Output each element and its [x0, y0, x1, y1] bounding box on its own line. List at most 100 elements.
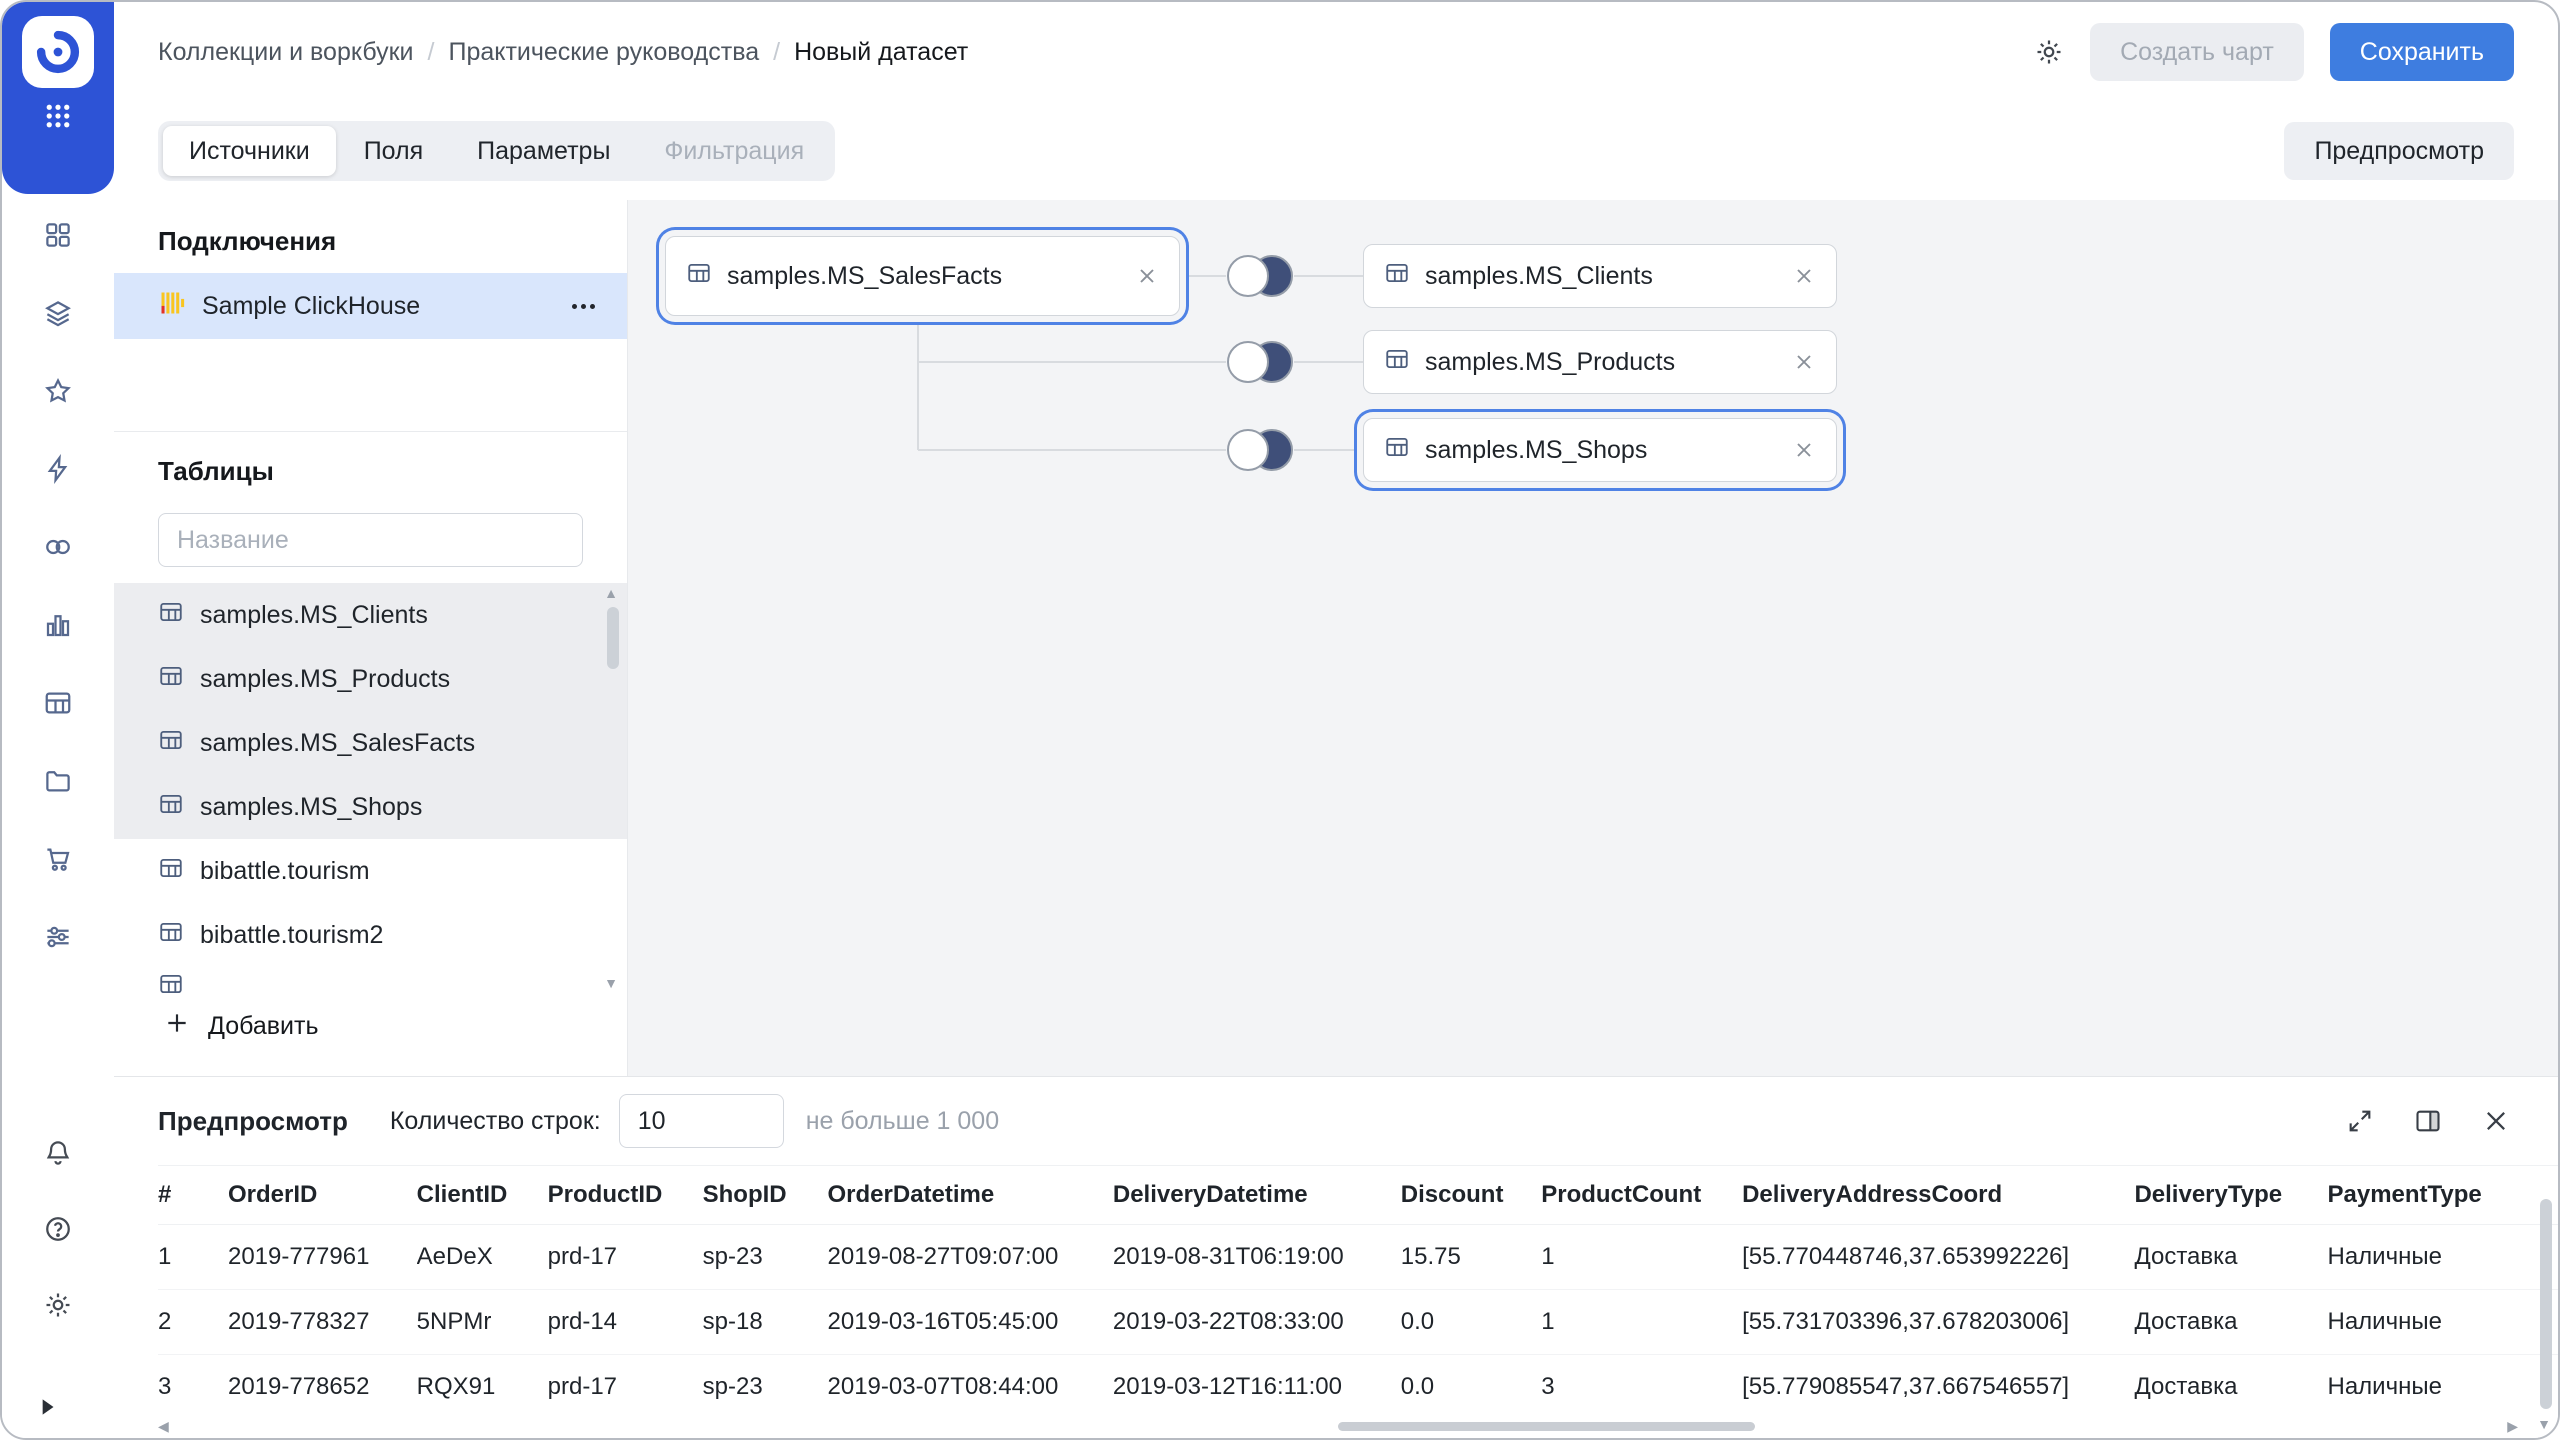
- preview-cell: sp-23: [703, 1225, 828, 1290]
- canvas-node[interactable]: samples.MS_Clients: [1363, 244, 1837, 308]
- preview-column-header: DeliveryAddressCoord: [1742, 1166, 2134, 1225]
- table-list-item[interactable]: bibattle.tourism2: [114, 903, 627, 967]
- preview-column-header: #: [158, 1166, 228, 1225]
- table-icon: [1384, 260, 1410, 293]
- scroll-up-icon[interactable]: ▲: [604, 586, 618, 600]
- tables-scrollbar-thumb[interactable]: [607, 607, 619, 669]
- scroll-down-icon[interactable]: ▼: [604, 976, 618, 990]
- preview-toolbar: [2346, 1107, 2510, 1135]
- gear-icon[interactable]: [2034, 37, 2064, 67]
- table-list-item-partial[interactable]: [114, 967, 627, 993]
- hscroll-thumb[interactable]: [1338, 1422, 1755, 1431]
- datalens-logo[interactable]: [22, 16, 94, 88]
- play-icon[interactable]: [28, 1393, 66, 1424]
- star-icon[interactable]: [43, 376, 73, 406]
- bell-icon[interactable]: [43, 1138, 73, 1168]
- preview-hscrollbar: ◀ ▶: [158, 1418, 2518, 1434]
- table-icon: [158, 791, 184, 824]
- content: Подключения Sample ClickHouse: [114, 200, 2558, 1076]
- rail-bottom-icons: [2, 1138, 114, 1320]
- scroll-right-icon[interactable]: ▶: [2507, 1419, 2518, 1433]
- preview-cell: 2019-08-31T06:19:00: [1113, 1225, 1401, 1290]
- breadcrumb-item[interactable]: Новый датасет: [794, 38, 968, 67]
- preview-cell: 1: [158, 1225, 228, 1290]
- tab-item[interactable]: Поля: [338, 126, 449, 176]
- table-name: samples.MS_Products: [200, 665, 450, 694]
- remove-node-icon[interactable]: [1792, 438, 1816, 462]
- preview-cell: 2019-778327: [228, 1290, 417, 1355]
- tab-item[interactable]: Фильтрация: [638, 126, 830, 176]
- table-row: 12019-777961AeDeXprd-17sp-232019-08-27T0…: [158, 1225, 2558, 1290]
- preview-column-header: ClientID: [417, 1166, 548, 1225]
- help-icon[interactable]: [43, 1214, 73, 1244]
- cart-icon[interactable]: [43, 844, 73, 874]
- connection-item[interactable]: Sample ClickHouse: [114, 273, 627, 339]
- hscroll-track[interactable]: [179, 1422, 2497, 1431]
- preview-cell: Наличные: [2328, 1290, 2559, 1355]
- folder-icon[interactable]: [43, 766, 73, 796]
- add-table-button[interactable]: Добавить: [158, 1009, 325, 1044]
- tab-item[interactable]: Параметры: [451, 126, 636, 176]
- preview-cell: 15.75: [1401, 1225, 1541, 1290]
- gear-icon[interactable]: [43, 1290, 73, 1320]
- table-name: samples.MS_SalesFacts: [200, 729, 475, 758]
- table-icon: [158, 727, 184, 760]
- preview-cell: Доставка: [2134, 1290, 2327, 1355]
- preview-column-header: OrderID: [228, 1166, 417, 1225]
- breadcrumb-item[interactable]: Коллекции и воркбуки: [158, 38, 414, 67]
- close-icon[interactable]: [2482, 1107, 2510, 1135]
- preview-cell: 1: [1541, 1290, 1742, 1355]
- table-search-input[interactable]: [158, 513, 583, 567]
- expand-icon[interactable]: [2346, 1107, 2374, 1135]
- canvas-root-node[interactable]: samples.MS_SalesFacts: [665, 236, 1180, 316]
- save-button[interactable]: Сохранить: [2330, 23, 2514, 81]
- preview-cell: sp-18: [703, 1290, 828, 1355]
- table-icon: [158, 971, 184, 993]
- table-icon: [1384, 346, 1410, 379]
- table-icon[interactable]: [43, 688, 73, 718]
- preview-vscrollbar-thumb[interactable]: [2540, 1199, 2552, 1409]
- remove-node-icon[interactable]: [1792, 264, 1816, 288]
- sliders-icon[interactable]: [43, 922, 73, 952]
- preview-cell: 2019-08-27T09:07:00: [828, 1225, 1113, 1290]
- rail-icons: [2, 220, 114, 952]
- table-list-item[interactable]: bibattle.tourism: [114, 839, 627, 903]
- preview-button[interactable]: Предпросмотр: [2284, 122, 2514, 180]
- canvas-node[interactable]: samples.MS_Products: [1363, 330, 1837, 394]
- preview-column-header: DeliveryDatetime: [1113, 1166, 1401, 1225]
- table-icon: [158, 663, 184, 696]
- plus-icon: [164, 1010, 190, 1043]
- table-name: samples.MS_Clients: [200, 601, 428, 630]
- scroll-left-icon[interactable]: ◀: [158, 1419, 169, 1433]
- breadcrumb-item[interactable]: Практические руководства: [448, 38, 759, 67]
- more-menu-icon[interactable]: [568, 294, 599, 319]
- table-list-item[interactable]: samples.MS_Shops: [114, 775, 627, 839]
- table-icon: [1384, 434, 1410, 467]
- table-list-item[interactable]: samples.MS_Clients: [114, 583, 627, 647]
- connections-heading: Подключения: [158, 226, 627, 257]
- layers-icon[interactable]: [43, 298, 73, 328]
- preview-cell: Наличные: [2328, 1355, 2559, 1417]
- preview-scroll-down-icon[interactable]: ▼: [2537, 1416, 2551, 1432]
- preview-column-header: ShopID: [703, 1166, 828, 1225]
- table-list-item[interactable]: samples.MS_SalesFacts: [114, 711, 627, 775]
- preview-cell: prd-17: [548, 1225, 703, 1290]
- canvas-node[interactable]: samples.MS_Shops: [1363, 418, 1837, 482]
- rings-icon[interactable]: [43, 532, 73, 562]
- create-chart-button[interactable]: Создать чарт: [2090, 23, 2304, 81]
- remove-node-icon[interactable]: [1792, 350, 1816, 374]
- table-list-item[interactable]: samples.MS_Products: [114, 647, 627, 711]
- add-table-label: Добавить: [208, 1012, 319, 1041]
- apps-grid-icon[interactable]: [37, 100, 79, 132]
- tab-item[interactable]: Источники: [163, 126, 336, 176]
- squares-icon[interactable]: [43, 220, 73, 250]
- split-icon[interactable]: [2414, 1107, 2442, 1135]
- lightning-icon[interactable]: [43, 454, 73, 484]
- row-count-input[interactable]: [619, 1094, 784, 1148]
- bar-chart-icon[interactable]: [43, 610, 73, 640]
- left-rail: [2, 2, 114, 1438]
- table-name: bibattle.tourism: [200, 857, 370, 886]
- remove-node-icon[interactable]: [1135, 264, 1159, 288]
- preview-column-header: PaymentType: [2328, 1166, 2559, 1225]
- table-name: samples.MS_Shops: [200, 793, 422, 822]
